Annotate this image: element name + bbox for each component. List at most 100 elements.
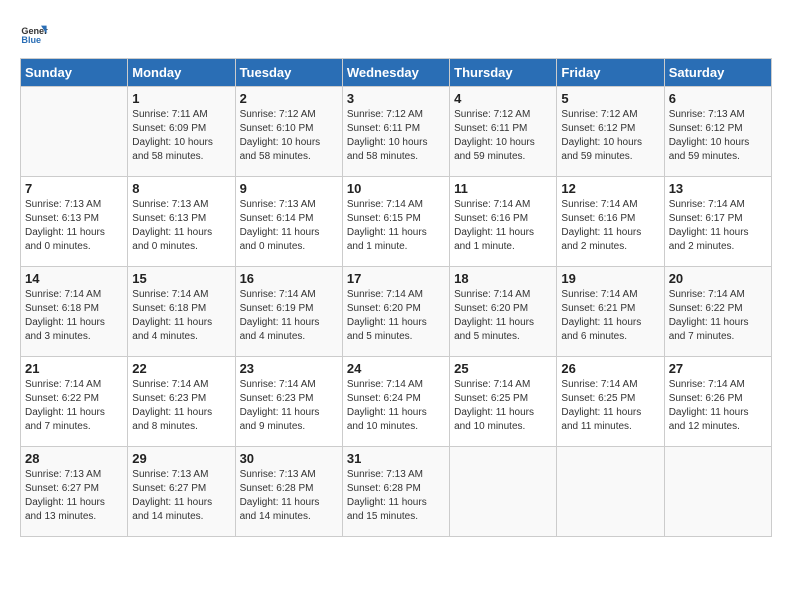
calendar-cell: 27Sunrise: 7:14 AM Sunset: 6:26 PM Dayli…: [664, 357, 771, 447]
calendar-cell: 13 Sunrise: 7:14 AM Sunset: 6:17 PM Dayli…: [664, 177, 771, 267]
calendar-cell: 10 Sunrise: 7:14 AM Sunset: 6:15 PM Dayli…: [342, 177, 449, 267]
day-info: Sunrise: 7:14 AM Sunset: 6:17 PM Dayligh…: [669, 198, 767, 254]
day-number: 15: [132, 271, 230, 286]
day-info: Sunrise: 7:12 AM Sunset: 6:12 PM Dayligh…: [561, 108, 659, 164]
day-number: 9: [240, 181, 338, 196]
calendar-cell: 4 Sunrise: 7:12 AM Sunset: 6:11 PM Daylig…: [450, 87, 557, 177]
day-number: 4: [454, 91, 552, 106]
calendar-cell: 31 Sunrise: 7:13 AM Sunset: 6:28 PM Dayli…: [342, 447, 449, 537]
day-number: 13: [669, 181, 767, 196]
calendar-cell: 6 Sunrise: 7:13 AM Sunset: 6:12 PM Daylig…: [664, 87, 771, 177]
day-info: Sunrise: 7:14 AM Sunset: 6:16 PM Dayligh…: [454, 198, 552, 254]
day-number: 7: [25, 181, 123, 196]
day-number: 26: [561, 361, 659, 376]
day-info: Sunrise: 7:13 AM Sunset: 6:28 PM Dayligh…: [240, 468, 338, 524]
day-info: Sunrise: 7:14 AM Sunset: 6:15 PM Dayligh…: [347, 198, 445, 254]
day-info: Sunrise: 7:12 AM Sunset: 6:11 PM Dayligh…: [347, 108, 445, 164]
day-info: Sunrise: 7:14 AM Sunset: 6:25 PM Dayligh…: [561, 378, 659, 434]
calendar-cell: 17 Sunrise: 7:14 AM Sunset: 6:20 PM Dayli…: [342, 267, 449, 357]
calendar-cell: 5 Sunrise: 7:12 AM Sunset: 6:12 PM Daylig…: [557, 87, 664, 177]
day-number: 21: [25, 361, 123, 376]
calendar-cell: [21, 87, 128, 177]
day-number: 6: [669, 91, 767, 106]
calendar-cell: 22Sunrise: 7:14 AM Sunset: 6:23 PM Dayli…: [128, 357, 235, 447]
day-number: 3: [347, 91, 445, 106]
day-info: Sunrise: 7:14 AM Sunset: 6:22 PM Dayligh…: [669, 288, 767, 344]
day-info: Sunrise: 7:13 AM Sunset: 6:27 PM Dayligh…: [25, 468, 123, 524]
col-header-friday: Friday: [557, 59, 664, 87]
calendar-cell: 3 Sunrise: 7:12 AM Sunset: 6:11 PM Daylig…: [342, 87, 449, 177]
calendar-table: SundayMondayTuesdayWednesdayThursdayFrid…: [20, 58, 772, 537]
day-number: 14: [25, 271, 123, 286]
day-info: Sunrise: 7:13 AM Sunset: 6:14 PM Dayligh…: [240, 198, 338, 254]
day-number: 2: [240, 91, 338, 106]
calendar-week-row: 21 Sunrise: 7:14 AM Sunset: 6:22 PM Dayli…: [21, 357, 772, 447]
day-info: Sunrise: 7:14 AM Sunset: 6:18 PM Dayligh…: [132, 288, 230, 344]
calendar-cell: 1 Sunrise: 7:11 AM Sunset: 6:09 PM Daylig…: [128, 87, 235, 177]
day-info: Sunrise: 7:13 AM Sunset: 6:27 PM Dayligh…: [132, 468, 230, 524]
day-info: Sunrise: 7:14 AM Sunset: 6:20 PM Dayligh…: [347, 288, 445, 344]
calendar-cell: 28 Sunrise: 7:13 AM Sunset: 6:27 PM Dayli…: [21, 447, 128, 537]
day-number: 30: [240, 451, 338, 466]
day-info: Sunrise: 7:14 AM Sunset: 6:21 PM Dayligh…: [561, 288, 659, 344]
calendar-cell: 18 Sunrise: 7:14 AM Sunset: 6:20 PM Dayli…: [450, 267, 557, 357]
calendar-cell: 19 Sunrise: 7:14 AM Sunset: 6:21 PM Dayli…: [557, 267, 664, 357]
day-number: 20: [669, 271, 767, 286]
calendar-cell: 24 Sunrise: 7:14 AM Sunset: 6:24 PM Dayli…: [342, 357, 449, 447]
calendar-header-row: SundayMondayTuesdayWednesdayThursdayFrid…: [21, 59, 772, 87]
calendar-cell: 16Sunrise: 7:14 AM Sunset: 6:19 PM Dayli…: [235, 267, 342, 357]
calendar-cell: [557, 447, 664, 537]
day-info: Sunrise: 7:14 AM Sunset: 6:23 PM Dayligh…: [240, 378, 338, 434]
day-number: 17: [347, 271, 445, 286]
day-info: Sunrise: 7:14 AM Sunset: 6:20 PM Dayligh…: [454, 288, 552, 344]
day-info: Sunrise: 7:13 AM Sunset: 6:28 PM Dayligh…: [347, 468, 445, 524]
day-number: 31: [347, 451, 445, 466]
day-number: 25: [454, 361, 552, 376]
calendar-cell: 7Sunrise: 7:13 AM Sunset: 6:13 PM Daylig…: [21, 177, 128, 267]
page-header: General Blue: [20, 20, 772, 48]
calendar-cell: 29Sunrise: 7:13 AM Sunset: 6:27 PM Dayli…: [128, 447, 235, 537]
calendar-cell: 20 Sunrise: 7:14 AM Sunset: 6:22 PM Dayli…: [664, 267, 771, 357]
calendar-cell: 23Sunrise: 7:14 AM Sunset: 6:23 PM Dayli…: [235, 357, 342, 447]
day-number: 24: [347, 361, 445, 376]
day-info: Sunrise: 7:14 AM Sunset: 6:18 PM Dayligh…: [25, 288, 123, 344]
day-info: Sunrise: 7:14 AM Sunset: 6:25 PM Dayligh…: [454, 378, 552, 434]
day-info: Sunrise: 7:11 AM Sunset: 6:09 PM Dayligh…: [132, 108, 230, 164]
calendar-cell: 12Sunrise: 7:14 AM Sunset: 6:16 PM Dayli…: [557, 177, 664, 267]
calendar-cell: 15 Sunrise: 7:14 AM Sunset: 6:18 PM Dayli…: [128, 267, 235, 357]
calendar-cell: 30 Sunrise: 7:13 AM Sunset: 6:28 PM Dayli…: [235, 447, 342, 537]
col-header-tuesday: Tuesday: [235, 59, 342, 87]
calendar-cell: 9 Sunrise: 7:13 AM Sunset: 6:14 PM Daylig…: [235, 177, 342, 267]
calendar-cell: 21 Sunrise: 7:14 AM Sunset: 6:22 PM Dayli…: [21, 357, 128, 447]
calendar-cell: [664, 447, 771, 537]
day-info: Sunrise: 7:14 AM Sunset: 6:22 PM Dayligh…: [25, 378, 123, 434]
logo: General Blue: [20, 20, 48, 48]
day-number: 12: [561, 181, 659, 196]
day-info: Sunrise: 7:14 AM Sunset: 6:24 PM Dayligh…: [347, 378, 445, 434]
day-number: 10: [347, 181, 445, 196]
day-number: 5: [561, 91, 659, 106]
col-header-monday: Monday: [128, 59, 235, 87]
day-info: Sunrise: 7:12 AM Sunset: 6:10 PM Dayligh…: [240, 108, 338, 164]
day-info: Sunrise: 7:12 AM Sunset: 6:11 PM Dayligh…: [454, 108, 552, 164]
calendar-cell: [450, 447, 557, 537]
calendar-cell: 26 Sunrise: 7:14 AM Sunset: 6:25 PM Dayli…: [557, 357, 664, 447]
day-info: Sunrise: 7:14 AM Sunset: 6:19 PM Dayligh…: [240, 288, 338, 344]
day-number: 22: [132, 361, 230, 376]
col-header-saturday: Saturday: [664, 59, 771, 87]
day-number: 1: [132, 91, 230, 106]
col-header-wednesday: Wednesday: [342, 59, 449, 87]
day-number: 18: [454, 271, 552, 286]
calendar-cell: 25 Sunrise: 7:14 AM Sunset: 6:25 PM Dayli…: [450, 357, 557, 447]
day-number: 8: [132, 181, 230, 196]
day-number: 28: [25, 451, 123, 466]
calendar-cell: 8Sunrise: 7:13 AM Sunset: 6:13 PM Daylig…: [128, 177, 235, 267]
calendar-week-row: 7Sunrise: 7:13 AM Sunset: 6:13 PM Daylig…: [21, 177, 772, 267]
calendar-week-row: 28 Sunrise: 7:13 AM Sunset: 6:27 PM Dayli…: [21, 447, 772, 537]
day-number: 11: [454, 181, 552, 196]
calendar-week-row: 1 Sunrise: 7:11 AM Sunset: 6:09 PM Daylig…: [21, 87, 772, 177]
day-info: Sunrise: 7:13 AM Sunset: 6:12 PM Dayligh…: [669, 108, 767, 164]
calendar-cell: 11 Sunrise: 7:14 AM Sunset: 6:16 PM Dayli…: [450, 177, 557, 267]
calendar-cell: 14 Sunrise: 7:14 AM Sunset: 6:18 PM Dayli…: [21, 267, 128, 357]
day-number: 19: [561, 271, 659, 286]
